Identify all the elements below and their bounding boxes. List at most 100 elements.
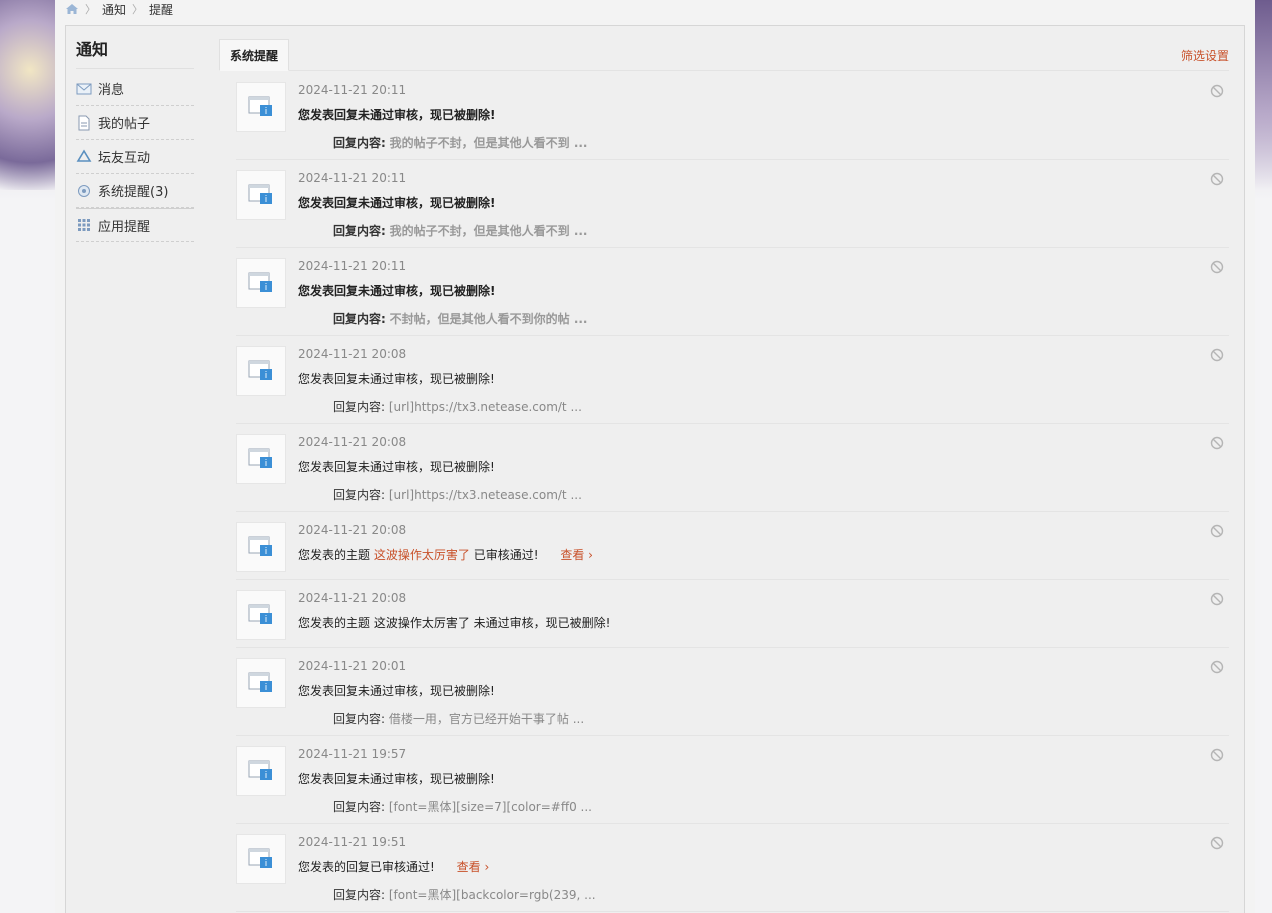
ignore-icon[interactable] [1210,84,1224,98]
recycle-icon [76,148,92,165]
notice-title: 您发表的回复已审核通过! 查看 › [298,858,489,875]
tab-system-remind[interactable]: 系统提醒 [219,39,290,71]
notice-title: 您发表的主题 这波操作太厉害了 已审核通过! 查看 › [298,546,593,563]
notice-title: 您发表回复未通过审核，现已被删除! [298,196,496,210]
ignore-icon[interactable] [1210,348,1224,362]
gear-icon [76,183,92,199]
breadcrumb-item-notify[interactable]: 通知 [102,1,126,18]
content-frame: 通知 消息 我的帖子 坛友互动 系统提醒(3) 应用提醒 系统提醒 筛选设置 i… [65,25,1245,913]
notice-title: 您发表的主题 这波操作太厉害了 未通过审核，现已被删除! [298,616,611,630]
reply-label: 回复内容: [333,312,386,326]
title-prefix: 您发表的主题 [298,548,371,562]
svg-text:i: i [265,683,268,693]
reply-label: 回复内容: [333,488,386,502]
reply-value: [url]https://tx3.netease.com/t ... [388,488,582,502]
reply-value: 我的帖子不封，但是其他人看不到 ... [389,136,588,150]
notice-reply: 回复内容: 不封帖，但是其他人看不到你的帖 ... [333,310,588,327]
reply-label: 回复内容: [333,136,386,150]
notice-time: 2024-11-21 20:11 [298,259,407,273]
notice-time: 2024-11-21 20:08 [298,591,407,605]
reply-label: 回复内容: [333,712,386,726]
notice-title: 您发表回复未通过审核，现已被删除! [298,460,495,474]
list-item: i 2024-11-21 20:08 您发表的主题 这波操作太厉害了 未通过审核… [236,580,1229,648]
sidebar-item-label: 消息 [98,83,125,98]
svg-text:i: i [265,771,268,781]
grid-icon [76,217,92,233]
ignore-icon[interactable] [1210,436,1224,450]
ignore-icon[interactable] [1210,592,1224,606]
title-suffix: 已审核通过! [473,548,539,562]
notice-time: 2024-11-21 20:11 [298,171,407,185]
reply-value: [font=黑体][size=7][color=#ff0 ... [388,800,592,814]
notice-reply: 回复内容: [url]https://tx3.netease.com/t ... [333,398,582,415]
notice-title: 您发表回复未通过审核，现已被删除! [298,772,495,786]
envelope-icon [76,81,92,97]
main-panel: 系统提醒 筛选设置 i 2024-11-21 20:11 您发表回复未通过审核，… [219,26,1239,913]
notice-reply: 回复内容: 我的帖子不封，但是其他人看不到 ... [333,134,588,151]
view-link[interactable]: 查看 › [457,860,490,874]
ignore-icon[interactable] [1210,524,1224,538]
svg-text:i: i [265,459,268,469]
sidebar-item-label: 系统提醒(3) [98,185,169,200]
sidebar-item-system[interactable]: 系统提醒(3) [76,174,194,208]
ignore-icon[interactable] [1210,748,1224,762]
sidebar: 通知 消息 我的帖子 坛友互动 系统提醒(3) 应用提醒 [66,26,204,913]
sidebar-item-label: 我的帖子 [98,117,151,132]
breadcrumb-item-remind[interactable]: 提醒 [149,1,173,18]
notice-reply: 回复内容: [url]https://tx3.netease.com/t ... [333,486,582,503]
chevron-right-icon: 〉 [132,3,144,16]
reply-value: 不封帖，但是其他人看不到你的帖 ... [389,312,588,326]
svg-text:i: i [265,371,268,381]
svg-text:i: i [265,615,268,625]
notice-icon: i [236,658,286,708]
home-icon[interactable] [65,3,79,15]
notice-reply: 回复内容: [font=黑体][size=7][color=#ff0 ... [333,798,592,815]
list-item: i 2024-11-21 20:11 您发表回复未通过审核，现已被删除! 回复内… [236,248,1229,336]
notice-time: 2024-11-21 20:08 [298,435,407,449]
notice-title: 您发表回复未通过审核，现已被删除! [298,284,496,298]
topic-link[interactable]: 这波操作太厉害了 [374,548,470,562]
notice-time: 2024-11-21 20:11 [298,83,407,97]
notice-icon: i [236,434,286,484]
list-item: i 2024-11-21 20:08 您发表回复未通过审核，现已被删除! 回复内… [236,424,1229,512]
notice-icon: i [236,258,286,308]
notice-icon: i [236,522,286,572]
sidebar-item-my-posts[interactable]: 我的帖子 [76,106,194,140]
filter-settings-link[interactable]: 筛选设置 [1181,47,1229,64]
sidebar-item-messages[interactable]: 消息 [76,72,194,106]
notice-icon: i [236,82,286,132]
reply-value: 借楼一用，官方已经开始干事了帖 ... [388,712,585,726]
sidebar-item-apps[interactable]: 应用提醒 [76,208,194,242]
title-text: 您发表的回复已审核通过! [298,860,435,874]
list-item: i 2024-11-21 20:08 您发表的主题 这波操作太厉害了 已审核通过… [236,512,1229,580]
notice-icon: i [236,590,286,640]
reply-value: [font=黑体][backcolor=rgb(239, ... [388,888,596,902]
view-link[interactable]: 查看 › [560,548,593,562]
list-item: i 2024-11-21 20:01 您发表回复未通过审核，现已被删除! 回复内… [236,648,1229,736]
ignore-icon[interactable] [1210,660,1224,674]
sidebar-title: 通知 [76,36,194,69]
list-item: i 2024-11-21 19:51 您发表的回复已审核通过! 查看 › 回复内… [236,824,1229,912]
notice-title: 您发表回复未通过审核，现已被删除! [298,684,495,698]
ignore-icon[interactable] [1210,172,1224,186]
tab-bar: 系统提醒 筛选设置 [219,39,1229,71]
notice-time: 2024-11-21 19:57 [298,747,407,761]
list-item: i 2024-11-21 20:11 您发表回复未通过审核，现已被删除! 回复内… [236,160,1229,248]
ignore-icon[interactable] [1210,836,1224,850]
notice-icon: i [236,746,286,796]
sidebar-item-label: 坛友互动 [98,151,151,166]
notice-reply: 回复内容: 我的帖子不封，但是其他人看不到 ... [333,222,588,239]
notice-reply: 回复内容: [font=黑体][backcolor=rgb(239, ... [333,886,596,903]
reply-value: 我的帖子不封，但是其他人看不到 ... [389,224,588,238]
list-item: i 2024-11-21 20:11 您发表回复未通过审核，现已被删除! 回复内… [236,72,1229,160]
chevron-right-icon: 〉 [85,3,96,16]
notice-time: 2024-11-21 20:08 [298,347,407,361]
sidebar-item-interaction[interactable]: 坛友互动 [76,140,194,174]
reply-value: [url]https://tx3.netease.com/t ... [388,400,582,414]
ignore-icon[interactable] [1210,260,1224,274]
document-icon [76,115,92,131]
notice-icon: i [236,834,286,884]
notice-time: 2024-11-21 19:51 [298,835,407,849]
notice-title: 您发表回复未通过审核，现已被删除! [298,372,495,386]
sidebar-list: 消息 我的帖子 坛友互动 系统提醒(3) 应用提醒 [76,72,194,242]
